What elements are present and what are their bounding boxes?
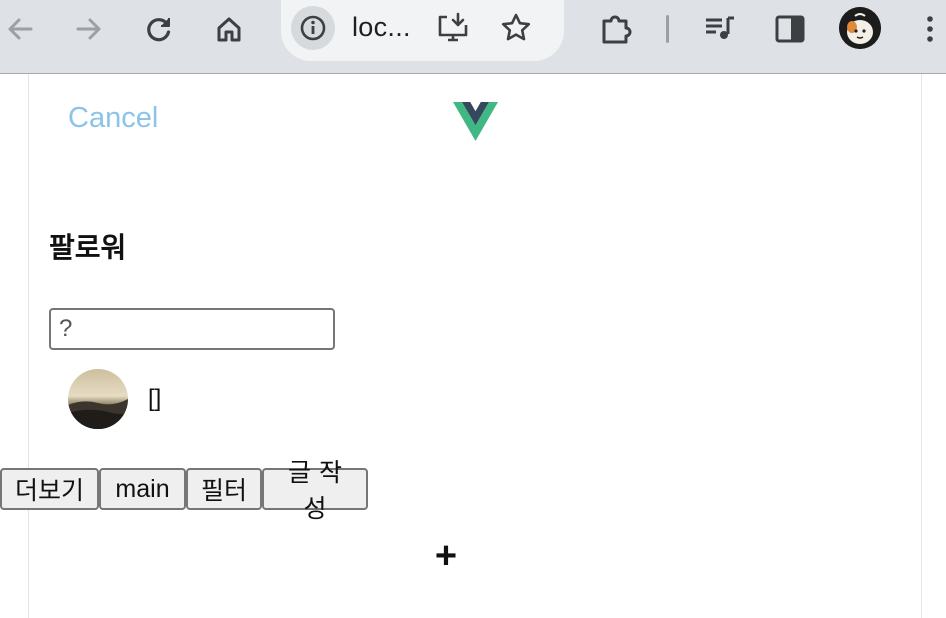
more-button[interactable]: 더보기 [0,468,99,510]
reload-icon[interactable] [139,9,179,49]
bookmark-star-icon[interactable] [496,8,536,48]
address-bar[interactable]: loc... [281,0,564,61]
url-text: loc... [352,12,411,42]
write-post-button[interactable]: 글 작성 [262,458,368,523]
back-arrow-icon[interactable] [0,9,40,49]
filter-button[interactable]: 필터 [186,468,262,510]
install-app-icon[interactable] [433,8,473,48]
list-item[interactable]: [] [68,369,161,429]
search-input[interactable] [49,308,335,350]
home-icon[interactable] [209,9,249,49]
vue-logo [453,102,498,145]
media-queue-icon[interactable] [700,9,740,49]
button-row: 더보기 main 필터 글 작성 [0,458,368,523]
page-title: 팔로워 [49,231,127,264]
avatar [68,369,128,429]
toolbar-divider [666,15,669,43]
app-container: Cancel 팔로워 ? [] [28,74,922,618]
browser-toolbar: loc... [0,0,946,74]
main-button[interactable]: main [99,468,186,510]
side-panel-icon[interactable] [770,9,810,49]
site-info-icon[interactable] [291,6,335,50]
page-viewport: Cancel 팔로워 ? [] 더보기 main 필터 글 작성 + [0,74,946,618]
extensions-puzzle-icon[interactable] [596,9,636,49]
profile-avatar[interactable] [839,7,881,49]
cancel-link[interactable]: Cancel [68,102,158,135]
forward-arrow-icon[interactable] [69,9,109,49]
add-button[interactable]: + [431,536,461,576]
more-menu-icon[interactable] [910,9,946,49]
follower-name: [] [148,385,162,412]
